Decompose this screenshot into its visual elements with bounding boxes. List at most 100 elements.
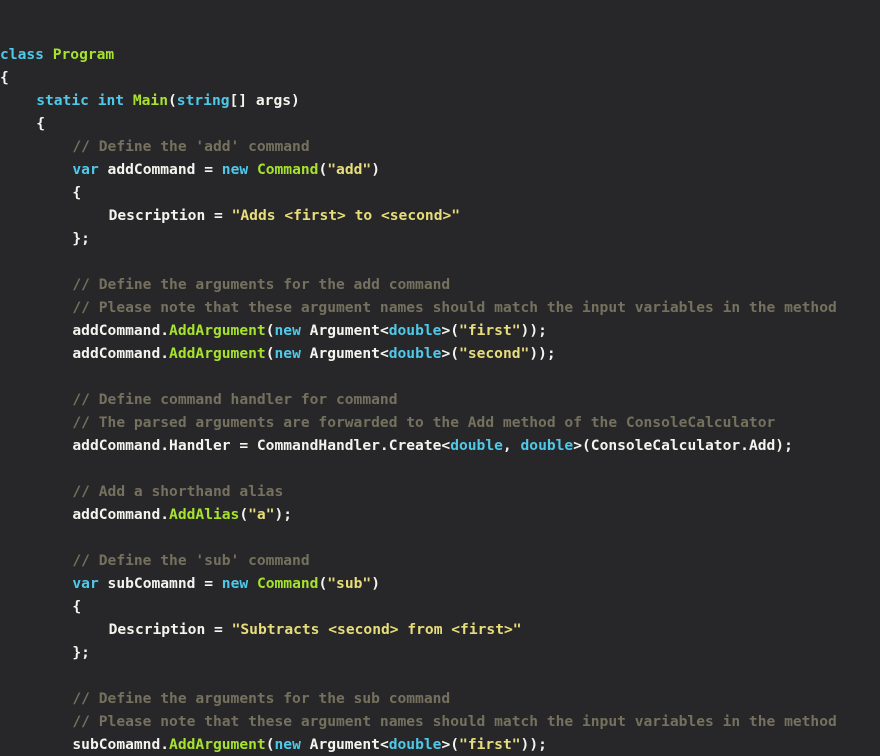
code-line: { [0,181,880,204]
code-token-pln: [] args) [229,92,300,109]
code-line: // Please note that these argument names… [0,296,880,319]
code-token-pln: ( [318,575,328,592]
code-line: // The parsed arguments are forwarded to… [0,411,880,434]
code-token-str: "sub" [327,575,372,592]
code-token-pln: }; [72,644,90,661]
code-line: { [0,112,880,135]
code-token-pln: Argument< [309,345,389,362]
code-token-cmt: // Define the 'sub' command [72,552,310,569]
code-line: // Define the arguments for the sub comm… [0,687,880,710]
code-token-kw: static int [36,92,133,109]
code-token-pln: { [72,184,82,201]
code-token-pln: >( [441,345,460,362]
code-token-cmt: // Please note that these argument names… [72,713,837,730]
code-token-cmt: // Please note that these argument names… [72,299,837,316]
code-token-pln: { [72,598,82,615]
code-line: addCommand.AddAlias("a"); [0,503,880,526]
code-token-pln: >(ConsoleCalculator.Add); [573,437,793,454]
code-line: class Program [0,43,880,66]
code-token-cmt: // The parsed arguments are forwarded to… [72,414,776,431]
code-token-pln: { [36,115,45,132]
code-token-kw: double [388,345,442,362]
code-screenshot: class Program { static int Main(string[] a… [0,0,880,756]
code-token-pln: >( [441,322,460,339]
code-token-pln: ) [371,161,380,178]
code-token-kw: var [72,161,108,178]
code-line: Description = "Adds <first> to <second>" [0,204,880,227]
code-token-pln: ( [318,161,328,178]
code-token-pln: ( [168,92,177,109]
code-token-pln: addCommand.Handler = CommandHandler.Crea… [72,437,451,454]
code-token-cmt: // Define the arguments for the sub comm… [72,690,451,707]
code-token-pln: addCommand. [72,506,170,523]
code-line: Description = "Subtracts <second> from <… [0,618,880,641]
code-line: addCommand.AddArgument(new Argument<doub… [0,342,880,365]
code-token-kw: double [388,322,442,339]
code-token-str: "a" [248,506,275,523]
code-token-pln: )); [520,322,547,339]
code-token-pln: Description = [108,207,232,224]
code-line: // Define the 'sub' command [0,549,880,572]
code-token-typ: AddArgument [169,736,266,753]
code-token-pln: Argument< [309,322,389,339]
code-token-pln: ( [239,506,249,523]
code-line: var subComamnd = new Command("sub") [0,572,880,595]
code-line: static int Main(string[] args) [0,89,880,112]
code-token-pln: , [502,437,521,454]
code-editor-content[interactable]: class Program { static int Main(string[] a… [0,0,880,756]
code-token-pln: subComamnd. [72,736,170,753]
code-token-cmt: // Add a shorthand alias [72,483,284,500]
code-line: // Define the arguments for the add comm… [0,273,880,296]
code-token-pln: ( [265,736,275,753]
code-token-typ: AddAlias [169,506,240,523]
code-line: // Please note that these argument names… [0,710,880,733]
code-token-kw: class [0,46,53,63]
code-token-typ: Command [256,161,319,178]
code-line: }; [0,227,880,250]
code-line: }; [0,641,880,664]
code-token-typ: AddArgument [169,322,266,339]
code-line: subComamnd.AddArgument(new Argument<doub… [0,733,880,756]
code-token-kw: new [221,575,257,592]
code-token-kw: var [72,575,108,592]
code-token-kw: new [274,736,310,753]
code-token-kw: double [520,437,574,454]
code-line: // Add a shorthand alias [0,480,880,503]
code-line: addCommand.AddArgument(new Argument<doub… [0,319,880,342]
code-token-typ: AddArgument [169,345,266,362]
code-line: addCommand.Handler = CommandHandler.Crea… [0,434,880,457]
code-line: // Define command handler for command [0,388,880,411]
code-token-pln: )); [529,345,556,362]
code-token-pln: ) [371,575,380,592]
code-token-pln: subComamnd = [107,575,222,592]
code-token-typ: Command [256,575,319,592]
code-token-cmt: // Define the 'add' command [72,138,310,155]
code-token-kw: new [221,161,257,178]
code-token-pln: )); [520,736,547,753]
code-token-str: "Subtracts <second> from <first>" [231,621,522,638]
code-token-pln: addCommand. [72,345,170,362]
code-token-pln: Description = [108,621,232,638]
code-token-pln: { [0,69,9,86]
code-token-pln: addCommand. [72,322,170,339]
code-token-typ: Main [132,92,168,109]
code-token-cmt: // Define the arguments for the add comm… [72,276,451,293]
code-token-kw: new [274,345,310,362]
code-token-str: "second" [459,345,530,362]
code-token-pln: >( [441,736,460,753]
code-token-str: "add" [327,161,372,178]
code-token-pln: ( [265,345,275,362]
code-token-str: "first" [459,736,521,753]
code-token-pln: Argument< [309,736,389,753]
code-token-str: "Adds <first> to <second>" [231,207,461,224]
code-token-kw: double [450,437,503,454]
code-line: { [0,66,880,89]
code-line: // Define the 'add' command [0,135,880,158]
code-token-str: "first" [459,322,521,339]
code-line: var addCommand = new Command("add") [0,158,880,181]
